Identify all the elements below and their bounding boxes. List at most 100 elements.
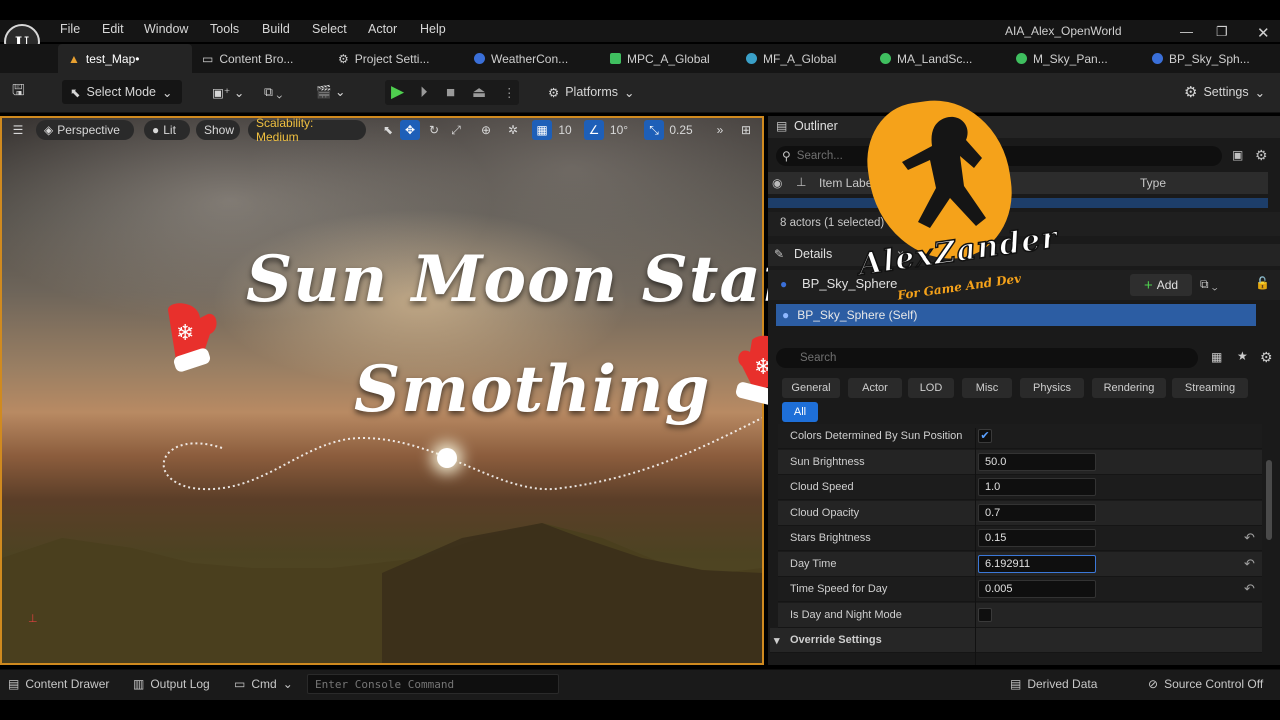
- component-row-self[interactable]: ● BP_Sky_Sphere (Self): [776, 304, 1256, 326]
- category-all[interactable]: All: [782, 402, 818, 422]
- play-icon[interactable]: ▶: [391, 80, 404, 104]
- more-chevron-icon[interactable]: »: [710, 120, 730, 140]
- tab-weather-controller[interactable]: WeatherCon...: [464, 44, 578, 73]
- menu-file[interactable]: File: [60, 22, 80, 36]
- close-icon[interactable]: ✕: [1257, 24, 1270, 42]
- translate-tool-icon[interactable]: ✥: [400, 120, 420, 140]
- save-icon[interactable]: 🖫: [12, 80, 25, 104]
- cinematics-icon[interactable]: 🎬 ⌄: [316, 80, 346, 104]
- stars-brightness-input[interactable]: 0.15: [978, 529, 1096, 547]
- platforms-dropdown[interactable]: ⚙ Platforms ⌄: [548, 80, 635, 104]
- more-options-icon[interactable]: ⋮: [503, 80, 516, 104]
- reset-arrow-icon[interactable]: ↶: [1244, 581, 1255, 597]
- show-button[interactable]: Show: [196, 120, 240, 140]
- reset-arrow-icon[interactable]: ↶: [1244, 556, 1255, 572]
- reset-arrow-icon[interactable]: ↶: [1244, 530, 1255, 546]
- add-actor-icon[interactable]: ▣⁺ ⌄: [212, 80, 244, 104]
- section-override-settings[interactable]: ▾ Override Settings: [770, 628, 1262, 653]
- tab-mpc-a-global[interactable]: MPC_A_Global: [600, 44, 720, 73]
- grid-snap-icon[interactable]: ▦: [532, 120, 552, 140]
- outliner-header: [768, 116, 1280, 138]
- category-general[interactable]: General: [782, 378, 840, 398]
- item-label-column[interactable]: Item Label: [819, 176, 875, 190]
- lock-icon[interactable]: 🔓: [1255, 276, 1270, 290]
- maximize-icon[interactable]: ❐: [1216, 24, 1228, 40]
- menu-window[interactable]: Window: [144, 22, 188, 36]
- time-speed-input[interactable]: 0.005: [978, 580, 1096, 598]
- details-search-input[interactable]: Search: [776, 348, 1198, 368]
- visibility-eye-icon[interactable]: ◉: [772, 176, 782, 190]
- viewport-layout-icon[interactable]: ⊞: [736, 120, 756, 140]
- scale-snap-value[interactable]: 0.25: [668, 120, 694, 140]
- step-icon[interactable]: ⏵: [420, 80, 428, 104]
- cloud-speed-input[interactable]: 1.0: [978, 478, 1096, 496]
- category-physics[interactable]: Physics: [1020, 378, 1084, 398]
- type-column[interactable]: Type: [1140, 176, 1166, 190]
- rotation-snap-value[interactable]: 10°: [608, 120, 630, 140]
- table-view-icon[interactable]: ▦: [1211, 350, 1222, 364]
- add-component-button[interactable]: + Add: [1130, 274, 1192, 296]
- surface-snap-icon[interactable]: ✲: [503, 120, 523, 140]
- category-rendering[interactable]: Rendering: [1092, 378, 1166, 398]
- world-space-icon[interactable]: ⊕: [476, 120, 496, 140]
- source-control-button[interactable]: ⊘ Source Control Off: [1148, 677, 1263, 691]
- blueprint-menu-icon[interactable]: ⧉ ⌄: [264, 80, 282, 104]
- details-icon: ✎: [774, 247, 785, 261]
- day-night-mode-checkbox[interactable]: [978, 608, 992, 622]
- colors-by-sun-checkbox[interactable]: ✔: [978, 429, 992, 443]
- details-title: Details: [794, 247, 833, 261]
- scale-tool-icon[interactable]: ⤢: [446, 120, 466, 140]
- cloud-opacity-input[interactable]: 0.7: [978, 504, 1096, 522]
- tab-m-sky-panner[interactable]: M_Sky_Pan...: [1006, 44, 1118, 73]
- property-label: Day Time: [790, 558, 837, 570]
- tab-bp-sky-sphere[interactable]: BP_Sky_Sph...: [1142, 44, 1260, 73]
- menu-actor[interactable]: Actor: [368, 22, 397, 36]
- tab-ma-landscape[interactable]: MA_LandSc...: [870, 44, 982, 73]
- menu-edit[interactable]: Edit: [102, 22, 124, 36]
- menu-help[interactable]: Help: [420, 22, 446, 36]
- perspective-button[interactable]: ◈ Perspective: [36, 120, 134, 140]
- pin-icon[interactable]: ⊥: [796, 175, 806, 189]
- derived-data-button[interactable]: ▤ Derived Data: [1010, 677, 1097, 691]
- content-drawer-button[interactable]: ▤ Content Drawer: [8, 677, 109, 691]
- menu-select[interactable]: Select: [312, 22, 347, 36]
- outliner-selected-row[interactable]: [768, 198, 1268, 208]
- gear-icon[interactable]: ⚙: [1255, 147, 1268, 164]
- stop-icon[interactable]: ■: [446, 80, 455, 104]
- category-misc[interactable]: Misc: [962, 378, 1012, 398]
- eject-icon[interactable]: ⏏: [472, 80, 486, 104]
- console-command-input[interactable]: [307, 674, 559, 694]
- day-time-input[interactable]: 6.192911: [978, 555, 1096, 573]
- gear-icon[interactable]: ⚙: [1260, 349, 1273, 366]
- settings-dropdown[interactable]: ⚙ Settings ⌄: [1184, 80, 1265, 104]
- sun-brightness-input[interactable]: 50.0: [978, 453, 1096, 471]
- chevron-down-icon: ⌄: [161, 85, 173, 100]
- hamburger-icon[interactable]: ☰: [8, 120, 28, 140]
- category-lod[interactable]: LOD: [908, 378, 954, 398]
- minimize-icon[interactable]: —: [1180, 24, 1193, 39]
- blueprint-options-icon[interactable]: ⧉ ⌄: [1200, 277, 1218, 292]
- property-sun-brightness: Sun Brightness 50.0: [778, 450, 1262, 475]
- menu-tools[interactable]: Tools: [210, 22, 239, 36]
- tab-content-browser[interactable]: ▭ Content Bro...: [192, 44, 303, 73]
- tab-project-settings[interactable]: ⚙ Project Setti...: [328, 44, 439, 73]
- rotate-tool-icon[interactable]: ↻: [424, 120, 444, 140]
- category-actor[interactable]: Actor: [848, 378, 902, 398]
- details-scrollbar[interactable]: [1266, 460, 1272, 540]
- scalability-button[interactable]: Scalability: Medium: [248, 116, 366, 144]
- star-icon[interactable]: ★: [1237, 349, 1248, 363]
- add-folder-icon[interactable]: ▣: [1232, 148, 1243, 162]
- select-tool-icon[interactable]: ⬉: [378, 120, 398, 140]
- output-log-button[interactable]: ▥ Output Log: [133, 677, 210, 691]
- tab-test-map[interactable]: ▲ test_Map•: [58, 44, 192, 73]
- grid-snap-value[interactable]: 10: [555, 120, 575, 140]
- menu-build[interactable]: Build: [262, 22, 290, 36]
- scale-snap-icon[interactable]: ⤡: [644, 120, 664, 140]
- category-streaming[interactable]: Streaming: [1172, 378, 1248, 398]
- rotation-snap-icon[interactable]: ∠: [584, 120, 604, 140]
- property-label: Colors Determined By Sun Position: [790, 430, 963, 442]
- lit-button[interactable]: ● Lit: [144, 120, 190, 140]
- cmd-dropdown[interactable]: ▭ Cmd ⌄: [234, 677, 293, 691]
- tab-mf-a-global[interactable]: MF_A_Global: [736, 44, 846, 73]
- select-mode-dropdown[interactable]: ⬉ Select Mode ⌄: [62, 80, 182, 104]
